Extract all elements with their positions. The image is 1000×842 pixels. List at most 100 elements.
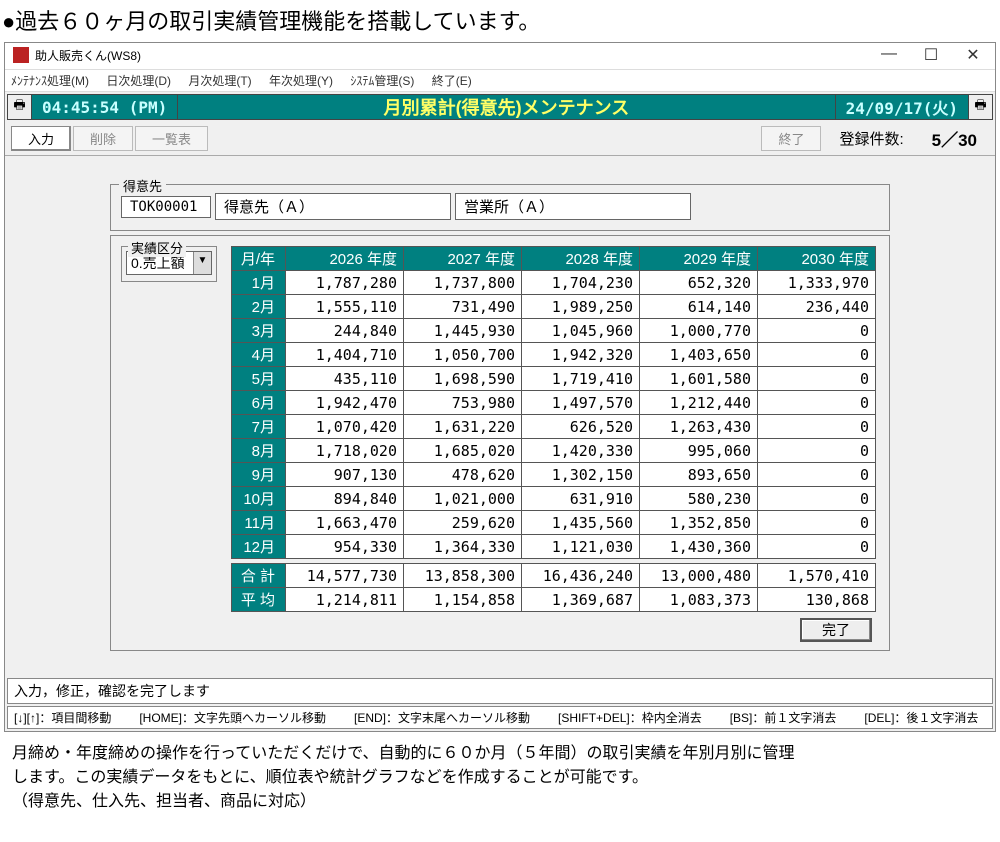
row-head-month: 1月 <box>232 271 286 295</box>
close-button[interactable]: ✕ <box>959 45 987 65</box>
input-button[interactable]: 入力 <box>11 126 71 151</box>
cell-value[interactable]: 1,663,470 <box>286 511 404 535</box>
cell-value[interactable]: 1,737,800 <box>404 271 522 295</box>
cell-value[interactable]: 1,364,330 <box>404 535 522 559</box>
grid-panel: 実績区分 0.売上額 ▼ 月/年 2026 年度 2027 <box>110 235 890 651</box>
row-head-month: 8月 <box>232 439 286 463</box>
printer-left-icon[interactable]: 🖶 <box>8 95 32 119</box>
menu-daily[interactable]: 日次処理(D) <box>106 74 171 88</box>
cell-value[interactable]: 1,121,030 <box>522 535 640 559</box>
titlebar: 助人販売くん(WS8) — ☐ ✕ <box>5 43 995 70</box>
cell-value[interactable]: 1,021,000 <box>404 487 522 511</box>
cell-value[interactable]: 1,787,280 <box>286 271 404 295</box>
cell-value[interactable]: 1,352,850 <box>640 511 758 535</box>
table-row: 11月1,663,470259,6201,435,5601,352,8500 <box>232 511 876 535</box>
menu-yearly[interactable]: 年次処理(Y) <box>269 74 333 88</box>
cell-value[interactable]: 1,070,420 <box>286 415 404 439</box>
list-button[interactable]: 一覧表 <box>135 126 208 151</box>
cell-value[interactable]: 907,130 <box>286 463 404 487</box>
cell-value[interactable]: 1,050,700 <box>404 343 522 367</box>
cell-value[interactable]: 1,302,150 <box>522 463 640 487</box>
cell-value[interactable]: 893,650 <box>640 463 758 487</box>
cell-value[interactable]: 1,601,580 <box>640 367 758 391</box>
cell-value[interactable]: 1,685,020 <box>404 439 522 463</box>
maximize-button[interactable]: ☐ <box>917 45 945 65</box>
cell-value[interactable]: 1,718,020 <box>286 439 404 463</box>
office-name-input[interactable]: 営業所（Ａ） <box>455 193 691 220</box>
kubun-legend: 実績区分 <box>128 238 186 257</box>
cell-value[interactable]: 995,060 <box>640 439 758 463</box>
cell-value[interactable]: 1,445,930 <box>404 319 522 343</box>
cell-value[interactable]: 1,420,330 <box>522 439 640 463</box>
cell-value[interactable]: 0 <box>758 343 876 367</box>
menu-exit[interactable]: 終了(E) <box>432 74 472 88</box>
delete-button[interactable]: 削除 <box>73 126 133 151</box>
cell-value[interactable]: 1,435,560 <box>522 511 640 535</box>
exit-button[interactable]: 終了 <box>761 126 821 151</box>
cell-value[interactable]: 259,620 <box>404 511 522 535</box>
cell-value[interactable]: 0 <box>758 535 876 559</box>
done-button[interactable]: 完了 <box>800 618 872 642</box>
hint-arrows: [↓][↑]：項目間移動 <box>14 709 111 726</box>
app-window: 助人販売くん(WS8) — ☐ ✕ ﾒﾝﾃﾅﾝｽ処理(M) 日次処理(D) 月次… <box>4 42 996 732</box>
cell-value[interactable]: 435,110 <box>286 367 404 391</box>
cell-value[interactable]: 1,942,320 <box>522 343 640 367</box>
row-head-average: 平 均 <box>232 588 286 612</box>
cell-value[interactable]: 1,403,650 <box>640 343 758 367</box>
table-row: 3月244,8401,445,9301,045,9601,000,7700 <box>232 319 876 343</box>
cell-value[interactable]: 0 <box>758 463 876 487</box>
cell-value[interactable]: 1,555,110 <box>286 295 404 319</box>
cell-value[interactable]: 1,404,710 <box>286 343 404 367</box>
customer-code-input[interactable]: TOK00001 <box>121 196 211 218</box>
cell-value[interactable]: 580,230 <box>640 487 758 511</box>
row-head-month: 6月 <box>232 391 286 415</box>
menu-system[interactable]: ｼｽﾃﾑ管理(S) <box>350 74 414 88</box>
cell-value[interactable]: 631,910 <box>522 487 640 511</box>
toolbar: 入力 削除 一覧表 終了 登録件数: 5／30 <box>5 122 995 156</box>
cell-value[interactable]: 0 <box>758 319 876 343</box>
cell-value[interactable]: 1,719,410 <box>522 367 640 391</box>
cell-value[interactable]: 1,497,570 <box>522 391 640 415</box>
cell-value[interactable]: 244,840 <box>286 319 404 343</box>
cell-value[interactable]: 0 <box>758 391 876 415</box>
cell-value[interactable]: 236,440 <box>758 295 876 319</box>
menu-monthly[interactable]: 月次処理(T) <box>188 74 251 88</box>
cell-value[interactable]: 954,330 <box>286 535 404 559</box>
cell-value[interactable]: 614,140 <box>640 295 758 319</box>
cell-value[interactable]: 1,430,360 <box>640 535 758 559</box>
cell-value[interactable]: 894,840 <box>286 487 404 511</box>
menu-maintenance[interactable]: ﾒﾝﾃﾅﾝｽ処理(M) <box>11 74 89 88</box>
cell-value[interactable]: 1,212,440 <box>640 391 758 415</box>
cell-value[interactable]: 1,333,970 <box>758 271 876 295</box>
cell-value[interactable]: 1,698,590 <box>404 367 522 391</box>
cell-value[interactable]: 731,490 <box>404 295 522 319</box>
row-head-month: 2月 <box>232 295 286 319</box>
table-row: 6月1,942,470753,9801,497,5701,212,4400 <box>232 391 876 415</box>
cell-value[interactable]: 1,263,430 <box>640 415 758 439</box>
table-row: 8月1,718,0201,685,0201,420,330995,0600 <box>232 439 876 463</box>
cell-value[interactable]: 478,620 <box>404 463 522 487</box>
cell-value[interactable]: 1,000,770 <box>640 319 758 343</box>
cell-total: 14,577,730 <box>286 564 404 588</box>
menubar: ﾒﾝﾃﾅﾝｽ処理(M) 日次処理(D) 月次処理(T) 年次処理(Y) ｼｽﾃﾑ… <box>5 70 995 92</box>
cell-value[interactable]: 1,631,220 <box>404 415 522 439</box>
cell-value[interactable]: 1,704,230 <box>522 271 640 295</box>
minimize-button[interactable]: — <box>875 45 903 65</box>
cell-value[interactable]: 1,989,250 <box>522 295 640 319</box>
screen-title: 月別累計(得意先)メンテナンス <box>178 95 834 119</box>
customer-name-input[interactable]: 得意先（Ａ） <box>215 193 451 220</box>
cell-value[interactable]: 1,942,470 <box>286 391 404 415</box>
cell-value[interactable]: 0 <box>758 439 876 463</box>
cell-value[interactable]: 0 <box>758 487 876 511</box>
cell-value[interactable]: 0 <box>758 415 876 439</box>
cell-value[interactable]: 626,520 <box>522 415 640 439</box>
cell-value[interactable]: 1,045,960 <box>522 319 640 343</box>
row-total: 合 計14,577,73013,858,30016,436,24013,000,… <box>232 564 876 588</box>
row-head-month: 4月 <box>232 343 286 367</box>
cell-value[interactable]: 652,320 <box>640 271 758 295</box>
cell-value[interactable]: 753,980 <box>404 391 522 415</box>
cell-value[interactable]: 0 <box>758 367 876 391</box>
kubun-fieldset: 実績区分 0.売上額 ▼ <box>121 246 217 282</box>
cell-value[interactable]: 0 <box>758 511 876 535</box>
printer-right-icon[interactable]: 🖶 <box>968 95 992 119</box>
